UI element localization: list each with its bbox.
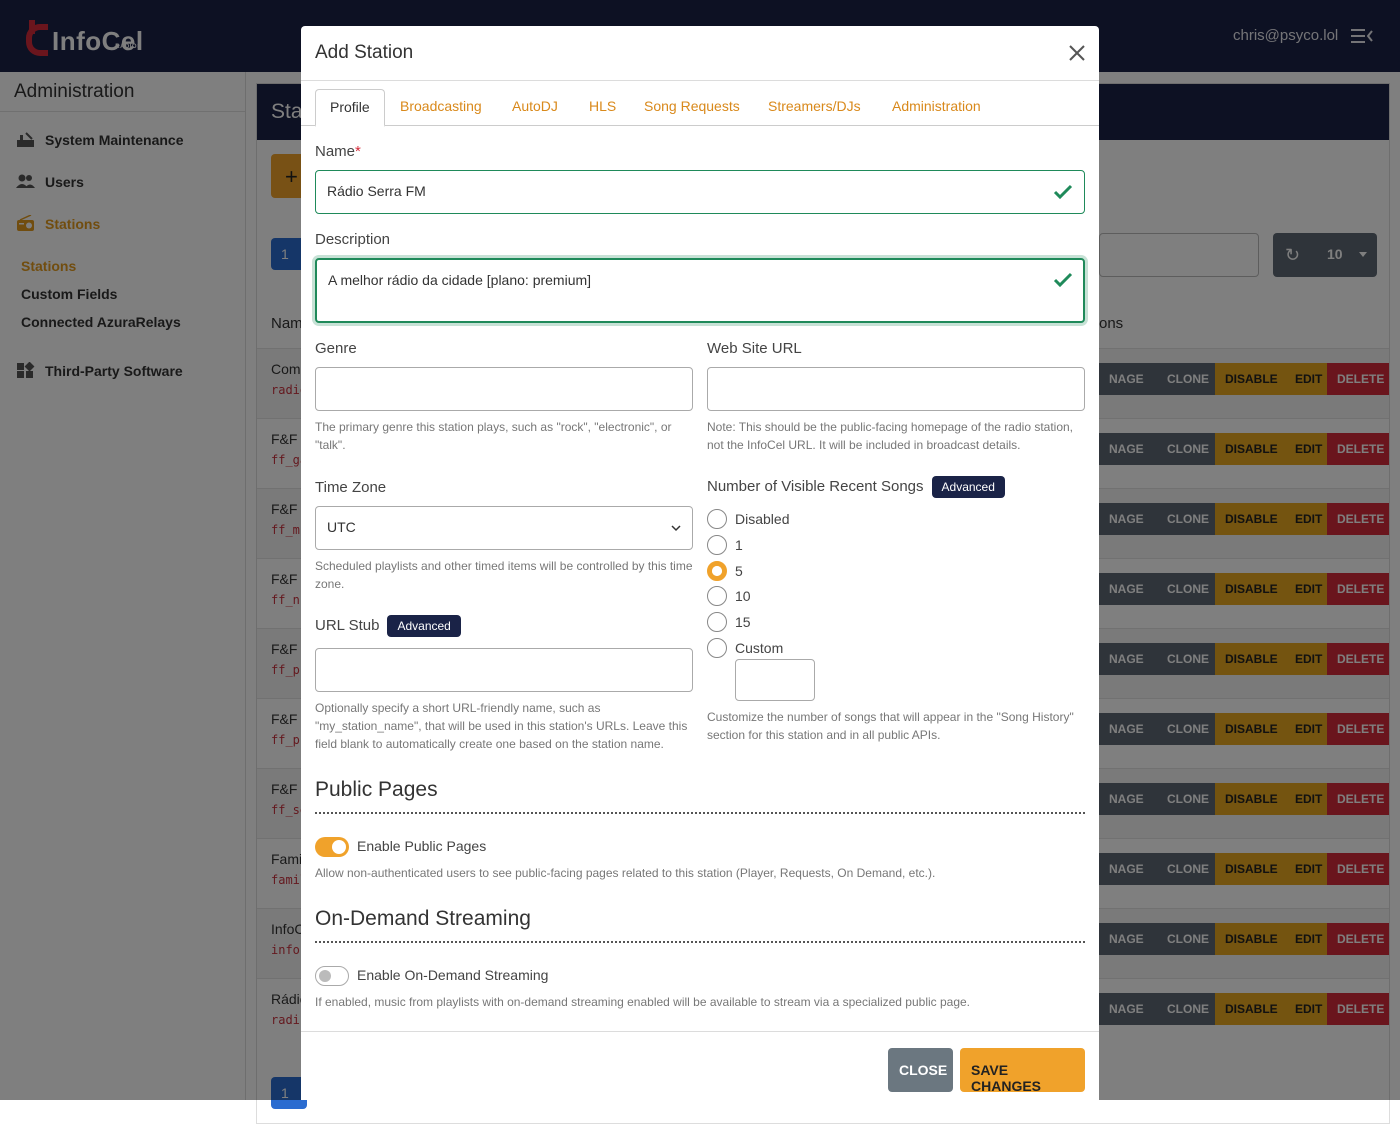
tab-administration[interactable]: Administration — [878, 89, 995, 126]
modal-header: Add Station — [301, 26, 1099, 81]
ondemand-title: On-Demand Streaming — [315, 907, 531, 930]
radio-option-custom[interactable]: Custom — [707, 638, 783, 658]
valid-check-icon — [1053, 272, 1073, 288]
website-label: Web Site URL — [707, 340, 802, 357]
description-textarea[interactable]: A melhor rádio da cidade [plano: premium… — [315, 258, 1085, 323]
radio-button-checked[interactable] — [707, 561, 727, 581]
recent-songs-custom-input[interactable] — [735, 659, 815, 701]
tab-broadcasting[interactable]: Broadcasting — [386, 89, 496, 126]
save-changes-button[interactable]: SAVE CHANGES — [960, 1048, 1085, 1094]
radio-option-15[interactable]: 15 — [707, 612, 751, 632]
advanced-badge: Advanced — [387, 615, 461, 637]
tab-streamers-djs[interactable]: Streamers/DJs — [754, 89, 875, 126]
modal-tabs: Profile Broadcasting AutoDJ HLS Song Req… — [301, 81, 1099, 127]
tab-song-requests[interactable]: Song Requests — [630, 89, 754, 126]
radio-option-disabled[interactable]: Disabled — [707, 509, 789, 529]
description-label: Description — [315, 231, 391, 248]
public-pages-toggle[interactable] — [315, 837, 349, 857]
public-pages-help: Allow non-authenticated users to see pub… — [315, 866, 936, 880]
valid-check-icon — [1053, 184, 1073, 200]
website-input[interactable] — [707, 367, 1085, 411]
genre-input[interactable] — [315, 367, 693, 411]
timezone-help: Scheduled playlists and other timed item… — [315, 559, 693, 591]
modal-title: Add Station — [315, 42, 414, 63]
tab-profile[interactable]: Profile — [315, 89, 385, 127]
recent-songs-label: Number of Visible Recent Songs Advanced — [707, 476, 1005, 498]
radio-button[interactable] — [707, 509, 727, 529]
timezone-select[interactable]: UTC — [315, 506, 693, 550]
ondemand-toggle-label[interactable]: Enable On-Demand Streaming — [357, 967, 548, 983]
public-pages-title: Public Pages — [315, 778, 438, 801]
close-icon[interactable] — [1067, 43, 1087, 63]
radio-button[interactable] — [707, 535, 727, 555]
name-field[interactable]: Rádio Serra FM — [315, 170, 1085, 214]
public-pages-toggle-label[interactable]: Enable Public Pages — [357, 838, 486, 854]
modal-footer: CLOSE SAVE CHANGES — [301, 1031, 1099, 1100]
radio-option-1[interactable]: 1 — [707, 535, 743, 555]
radio-button[interactable] — [707, 638, 727, 658]
timezone-value: UTC — [327, 519, 356, 535]
ondemand-help: If enabled, music from playlists with on… — [315, 995, 971, 1009]
timezone-label: Time Zone — [315, 479, 387, 496]
section-divider — [315, 812, 1085, 814]
required-marker: * — [355, 143, 361, 160]
recent-songs-help: Customize the number of songs that will … — [707, 710, 1074, 742]
tab-autodj[interactable]: AutoDJ — [498, 89, 572, 126]
website-help: Note: This should be the public-facing h… — [707, 420, 1074, 452]
urlstub-help: Optionally specify a short URL-friendly … — [315, 701, 688, 751]
close-button[interactable]: CLOSE — [888, 1048, 953, 1092]
name-label: Name* — [315, 143, 361, 160]
urlstub-label: URL Stub Advanced — [315, 615, 461, 637]
description-value: A melhor rádio da cidade [plano: premium… — [328, 272, 592, 288]
radio-option-10[interactable]: 10 — [707, 586, 751, 606]
radio-option-5[interactable]: 5 — [707, 561, 743, 581]
tab-hls[interactable]: HLS — [575, 89, 630, 126]
genre-label: Genre — [315, 340, 357, 357]
radio-button[interactable] — [707, 612, 727, 632]
section-divider — [315, 941, 1085, 943]
ondemand-toggle[interactable] — [315, 966, 349, 986]
name-value: Rádio Serra FM — [327, 183, 426, 199]
add-station-modal: Add Station Profile Broadcasting AutoDJ … — [301, 26, 1099, 1100]
radio-button[interactable] — [707, 586, 727, 606]
urlstub-input[interactable] — [315, 648, 693, 692]
chevron-down-icon — [671, 525, 681, 532]
genre-help: The primary genre this station plays, su… — [315, 420, 672, 452]
advanced-badge: Advanced — [931, 476, 1005, 498]
